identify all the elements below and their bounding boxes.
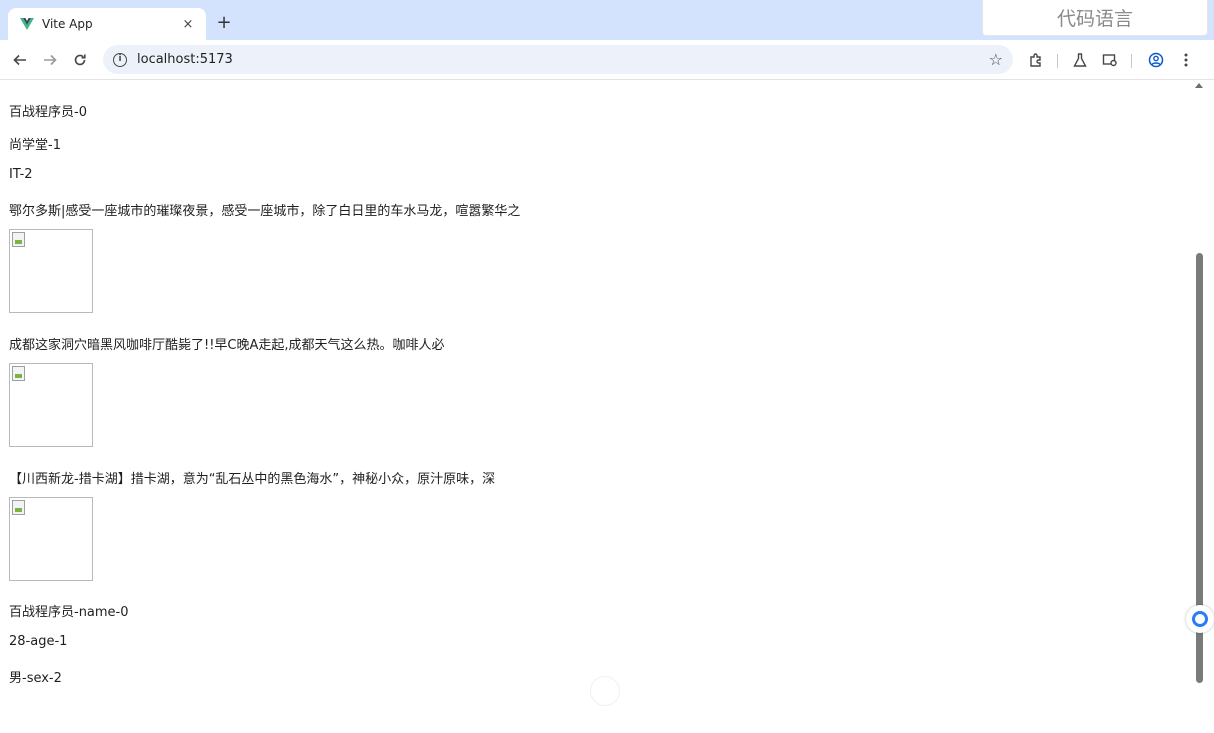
flask-icon [1073,53,1087,67]
toolbar-separator [1131,54,1132,68]
list-item: 男-sex-2 [9,671,62,686]
puzzle-icon [1030,53,1041,67]
broken-image-icon [12,366,25,381]
profile-button[interactable] [1144,48,1168,72]
back-button[interactable] [8,48,32,72]
overlay-label: 代码语言 [982,0,1208,36]
broken-image [9,497,93,581]
vertical-scrollbar[interactable] [1194,81,1206,685]
vue-logo-icon [20,17,34,31]
reload-icon [74,54,86,66]
extensions-button[interactable] [1024,48,1048,72]
faint-circle-decoration [590,676,620,706]
list-item: 百战程序员-0 [9,105,87,120]
page-content: 百战程序员-0 尚学堂-1 IT-2 鄂尔多斯|感受一座城市的璀璨夜景，感受一座… [0,81,1195,733]
site-info-icon[interactable]: i [113,52,127,67]
media-control-icon [1102,54,1117,67]
arrow-left-icon [13,54,26,66]
address-bar[interactable]: i localhost:5173 ☆ [103,45,1013,74]
list-item: IT-2 [9,167,33,182]
floating-assistant-icon[interactable] [1186,605,1214,633]
arrow-right-icon [44,54,57,66]
list-item: 百战程序员-name-0 [9,605,129,620]
list-item: 尚学堂-1 [9,138,61,153]
tab-vite-app[interactable]: Vite App × [8,8,206,40]
tab-close-icon[interactable]: × [180,17,196,32]
account-circle-icon [1148,52,1164,68]
browser-toolbar: i localhost:5173 ☆ [0,40,1214,80]
tab-title: Vite App [42,17,93,31]
article-title: 鄂尔多斯|感受一座城市的璀璨夜景，感受一座城市，除了白日里的车水马龙，喧嚣繁华之 [9,204,521,219]
forward-button[interactable] [38,48,62,72]
overlay-text: 代码语言 [1056,8,1133,30]
menu-button[interactable] [1174,48,1198,72]
reload-button[interactable] [68,48,92,72]
scroll-up-arrow-icon[interactable] [1195,83,1203,88]
url-text[interactable]: localhost:5173 [137,52,989,67]
labs-button[interactable] [1068,48,1092,72]
media-button[interactable] [1098,48,1122,72]
broken-image-icon [12,232,25,247]
broken-image [9,229,93,313]
bookmark-star-icon[interactable]: ☆ [989,50,1003,69]
article-title: 成都这家洞穴暗黑风咖啡厅酷毙了!!早C晚A走起,成都天气这么热。咖啡人必 [9,338,445,353]
more-vert-icon [1184,53,1188,67]
toolbar-separator [1057,54,1058,68]
list-item: 28-age-1 [9,634,68,649]
broken-image-icon [12,500,25,515]
article-title: 【川西新龙-措卡湖】措卡湖，意为“乱石丛中的黑色海水”，神秘小众，原汁原味，深 [9,472,496,487]
new-tab-button[interactable]: + [214,12,234,34]
broken-image [9,363,93,447]
